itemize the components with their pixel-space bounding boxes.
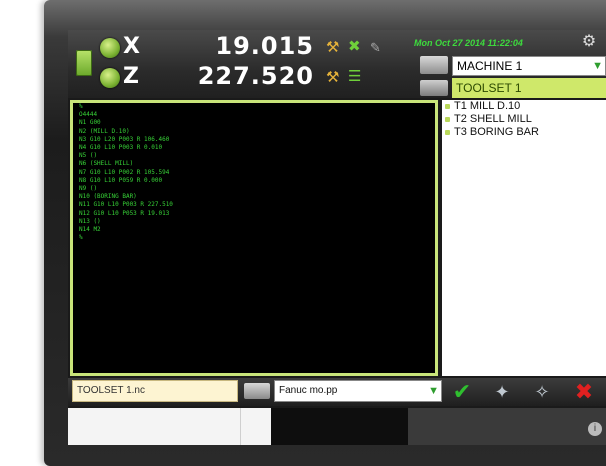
- code-line: N1 G00: [79, 119, 101, 127]
- cnc-screen: X 19.015 ⚒ ✖ ✎ Z 227.520 ⚒ ☰ Mon Oct 27 …: [68, 30, 606, 445]
- code-line: N4 G10 L10 P003 R 0.010: [79, 144, 163, 152]
- tool-item-label: T2 SHELL MILL: [454, 113, 532, 125]
- code-line: %: [79, 234, 83, 242]
- lower-panel-right: [408, 408, 606, 445]
- postprocessor-icon: [244, 383, 270, 399]
- postprocessor-select[interactable]: Fanuc mo.pp ▼: [274, 380, 442, 402]
- lower-strip: i: [68, 408, 606, 445]
- filename-field[interactable]: TOOLSET 1.nc: [72, 380, 238, 402]
- x-axis-label: X: [123, 34, 140, 59]
- code-line: N14 M2: [79, 226, 101, 234]
- lower-panel-left: [68, 408, 240, 445]
- code-line: N3 G10 L20 P003 R 106.460: [79, 135, 170, 143]
- code-line: N5 (): [79, 152, 98, 160]
- z-axis-led-icon: [100, 68, 120, 88]
- code-line: %: [79, 103, 83, 110]
- code-line: N12 G10 L10 P053 R 19.013: [79, 209, 170, 217]
- chevron-down-icon[interactable]: ▼: [428, 381, 439, 401]
- tool-list-item[interactable]: T1 MILL D.10: [442, 100, 606, 113]
- lower-panel-mid: [240, 408, 271, 445]
- code-line: N13 (): [79, 217, 101, 225]
- machine-icon: [420, 56, 448, 74]
- tool-list-item[interactable]: T3 BORING BAR: [442, 126, 606, 139]
- code-line: N10 (BORING BAR): [79, 193, 137, 201]
- postprocessor-select-value: Fanuc mo.pp: [279, 385, 338, 396]
- settings-gear-icon[interactable]: ⚙: [580, 33, 598, 51]
- datetime-display: Mon Oct 27 2014 11:22:04: [414, 38, 523, 48]
- code-line: N8 G10 L10 P059 R 0.000: [79, 176, 163, 184]
- x-axis-value: 19.015: [215, 32, 314, 60]
- x-wrench-icon[interactable]: ⚒: [326, 40, 348, 56]
- code-lines: % O4444 N1 G00 N2 (MILL D.10) N3 G10 L20 P00…: [73, 103, 435, 242]
- z-axis-label: Z: [123, 64, 139, 89]
- z-wrench-icon[interactable]: ⚒: [326, 70, 348, 86]
- code-line: N7 G10 L10 P002 R 105.594: [79, 168, 170, 176]
- x-axis-led-icon: [100, 38, 120, 58]
- toolset-header[interactable]: TOOLSET 1: [452, 78, 606, 98]
- confirm-checkmark-button[interactable]: ✔: [446, 378, 478, 406]
- tool-item-label: T3 BORING BAR: [454, 126, 539, 138]
- nc-code-panel[interactable]: % O4444 N1 G00 N2 (MILL D.10) N3 G10 L20 P00…: [70, 100, 438, 376]
- tool-bullet-icon: [445, 116, 450, 122]
- tool-list-item[interactable]: T2 SHELL MILL: [442, 113, 606, 126]
- code-line: N6 (SHELL MILL): [79, 160, 134, 168]
- document-icon[interactable]: [76, 50, 92, 76]
- x-pen-icon[interactable]: ✎: [370, 40, 392, 56]
- code-line: N11 G10 L10 P003 R 227.510: [79, 201, 173, 209]
- code-line: O4444: [79, 111, 98, 119]
- code-line: N2 (MILL D.10): [79, 127, 130, 135]
- z-axis-value: 227.520: [197, 62, 314, 90]
- machine-select[interactable]: MACHINE 1 ▼: [452, 56, 606, 76]
- tool-items: T1 MILL D.10 T2 SHELL MILL T3 BORING BAR: [442, 100, 606, 139]
- info-icon[interactable]: i: [588, 422, 602, 436]
- bottom-toolbar: TOOLSET 1.nc Fanuc mo.pp ▼ ✔ ✦ ✧ ✖: [68, 378, 606, 406]
- machine-select-value: MACHINE 1: [457, 59, 523, 73]
- chevron-down-icon[interactable]: ▼: [592, 57, 603, 75]
- probe-tool-button[interactable]: ✦: [486, 378, 518, 406]
- toolset-icon: [420, 80, 448, 96]
- tool-item-label: T1 MILL D.10: [454, 100, 521, 112]
- z-tool-icon[interactable]: ☰: [348, 69, 370, 85]
- tool-list: T1 MILL D.10 T2 SHELL MILL T3 BORING BAR: [442, 100, 606, 376]
- tool-bullet-icon: [445, 103, 450, 109]
- code-line: N9 (): [79, 185, 98, 193]
- header-bar: X 19.015 ⚒ ✖ ✎ Z 227.520 ⚒ ☰ Mon Oct 27 …: [68, 30, 606, 98]
- cancel-x-button[interactable]: ✖: [568, 378, 600, 406]
- x-cross-tool-icon[interactable]: ✖: [348, 39, 370, 55]
- tool-bullet-icon: [445, 129, 450, 135]
- probe-tool-alt-button[interactable]: ✧: [526, 378, 558, 406]
